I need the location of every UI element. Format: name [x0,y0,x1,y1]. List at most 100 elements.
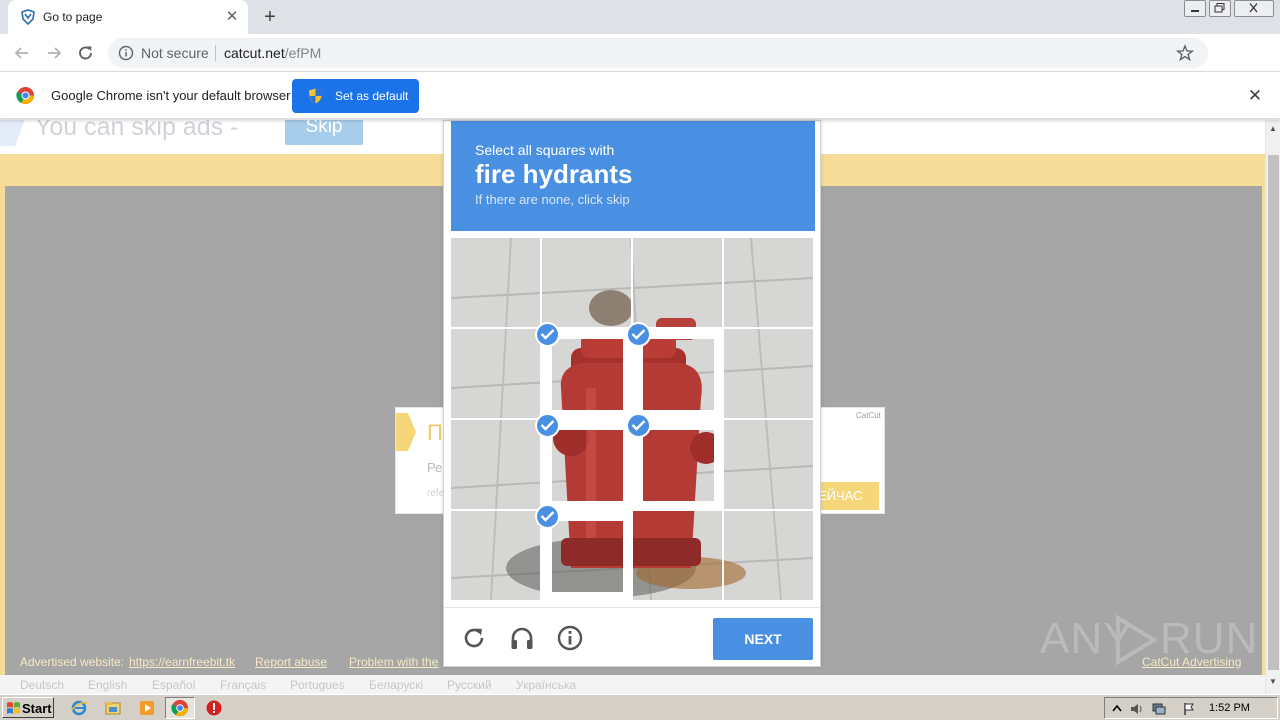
set-as-default-button[interactable]: Set as default [292,79,419,113]
captcha-instruction: Select all squares with [475,142,615,158]
lang-link[interactable]: Portugues [290,678,345,692]
captcha-target: fire hydrants [475,159,633,189]
captcha-tile-image [633,238,722,327]
tray-expand-icon[interactable] [1109,701,1125,717]
selected-check-icon [535,322,560,347]
captcha-image-grid [451,238,813,600]
action-center-flag-icon[interactable] [1181,701,1197,717]
captcha-tile[interactable] [542,238,631,327]
captcha-tile-image [724,511,813,600]
catcut-favicon-icon [21,9,35,25]
captcha-tile[interactable] [633,238,722,327]
selected-check-icon [535,413,560,438]
info-circle-icon[interactable] [118,45,134,61]
media-player-icon[interactable] [138,699,156,717]
reload-button[interactable] [74,41,98,65]
captcha-tile[interactable] [724,329,813,418]
tab-close-icon[interactable]: ✕ [222,7,242,27]
minimize-icon [1191,10,1199,12]
bookmark-star-icon[interactable] [1176,44,1194,62]
selected-check-icon [626,413,651,438]
set-as-default-label: Set as default [335,89,409,103]
captcha-tile-image [552,339,623,410]
next-button[interactable]: NEXT [713,618,813,660]
address-separator [215,45,216,61]
url-path: /efPM [284,45,322,61]
forward-button[interactable] [42,41,66,65]
captcha-header: Select all squares with fire hydrants If… [451,121,815,231]
info-icon[interactable] [556,624,584,652]
infobar-message: Google Chrome isn't your default browser [51,88,291,103]
watermark-run: RUN [1160,614,1259,663]
internet-explorer-icon[interactable] [70,699,88,717]
captcha-tile[interactable] [451,329,540,418]
window-close-icon [1249,3,1258,13]
captcha-tile[interactable] [724,420,813,509]
address-bar[interactable]: Not secure catcut.net/efPM [108,38,1208,68]
lang-link[interactable]: English [88,678,127,692]
audio-icon[interactable] [508,624,536,652]
taskbar-chrome-button[interactable] [165,697,195,719]
captcha-tile-image [633,511,722,600]
captcha-tile-image [451,420,540,509]
captcha-tile[interactable] [724,238,813,327]
language-bar: Deutsch English Español Français Portugu… [0,675,1265,694]
window-close-button[interactable] [1234,0,1274,17]
captcha-tile[interactable] [451,511,540,600]
problem-link[interactable]: Problem with the [349,655,438,669]
captcha-tile[interactable] [451,238,540,327]
stop-sign-icon[interactable] [205,699,223,717]
minimize-button[interactable] [1184,0,1206,17]
captcha-tile-image [724,238,813,327]
captcha-tile[interactable] [633,511,722,600]
lang-link[interactable]: Deutsch [20,678,64,692]
start-button[interactable]: Start [2,697,54,718]
restore-button[interactable] [1209,0,1231,17]
lang-link[interactable]: Español [152,678,195,692]
ad-card-brand: CatCut [856,411,881,420]
captcha-tile[interactable] [724,511,813,600]
infobar-close-icon[interactable]: ✕ [1246,87,1264,105]
ad-card-footnote: refe [427,488,445,499]
lang-link[interactable]: Беларускі [369,678,423,692]
captcha-hint: If there are none, click skip [475,192,630,207]
file-explorer-icon[interactable] [104,699,122,717]
back-button[interactable] [10,41,34,65]
chrome-icon [171,699,189,717]
scrollbar-thumb[interactable] [1268,155,1279,670]
captcha-tile-image [542,238,631,327]
captcha-footer: NEXT [444,607,820,667]
new-tab-button[interactable]: + [258,5,282,29]
ad-card-body: Ре [427,460,443,475]
report-abuse-link[interactable]: Report abuse [255,655,327,669]
captcha-tile-image [724,420,813,509]
advertised-link[interactable]: https://earnfreebit.tk [129,655,235,669]
clock: 1:52 PM [1209,702,1250,714]
captcha-tile-image [643,430,714,501]
windows-flag-icon [7,702,20,714]
default-browser-infobar: Google Chrome isn't your default browser… [0,72,1280,119]
selected-check-icon [535,504,560,529]
skip-button[interactable]: Skip [285,120,363,145]
reload-icon[interactable] [460,624,488,652]
network-icon[interactable] [1151,701,1167,717]
ad-card-cta-button[interactable]: ЕЙЧАС [816,482,879,510]
reload-icon [79,46,92,60]
anyrun-watermark: ANY RUN [1040,612,1257,668]
captcha-tile[interactable] [451,420,540,509]
lang-link[interactable]: Русский [447,678,492,692]
advertised-label: Advertised website: [20,655,125,669]
url-text[interactable]: catcut.net/efPM [224,45,321,61]
back-arrow-icon [14,47,28,59]
selected-check-icon [626,322,651,347]
scroll-up-icon[interactable]: ▲ [1269,124,1277,133]
tab-go-to-page[interactable]: Go to page ✕ [8,0,248,34]
volume-icon[interactable] [1129,701,1145,717]
security-label: Not secure [141,45,209,61]
lang-link[interactable]: Français [220,678,266,692]
page-scrollbar[interactable]: ▲ ▼ [1265,120,1280,694]
lang-link[interactable]: Українська [516,678,576,692]
chrome-logo-icon [16,86,35,105]
captcha-tile-image [451,238,540,327]
scroll-down-icon[interactable]: ▼ [1269,677,1277,686]
